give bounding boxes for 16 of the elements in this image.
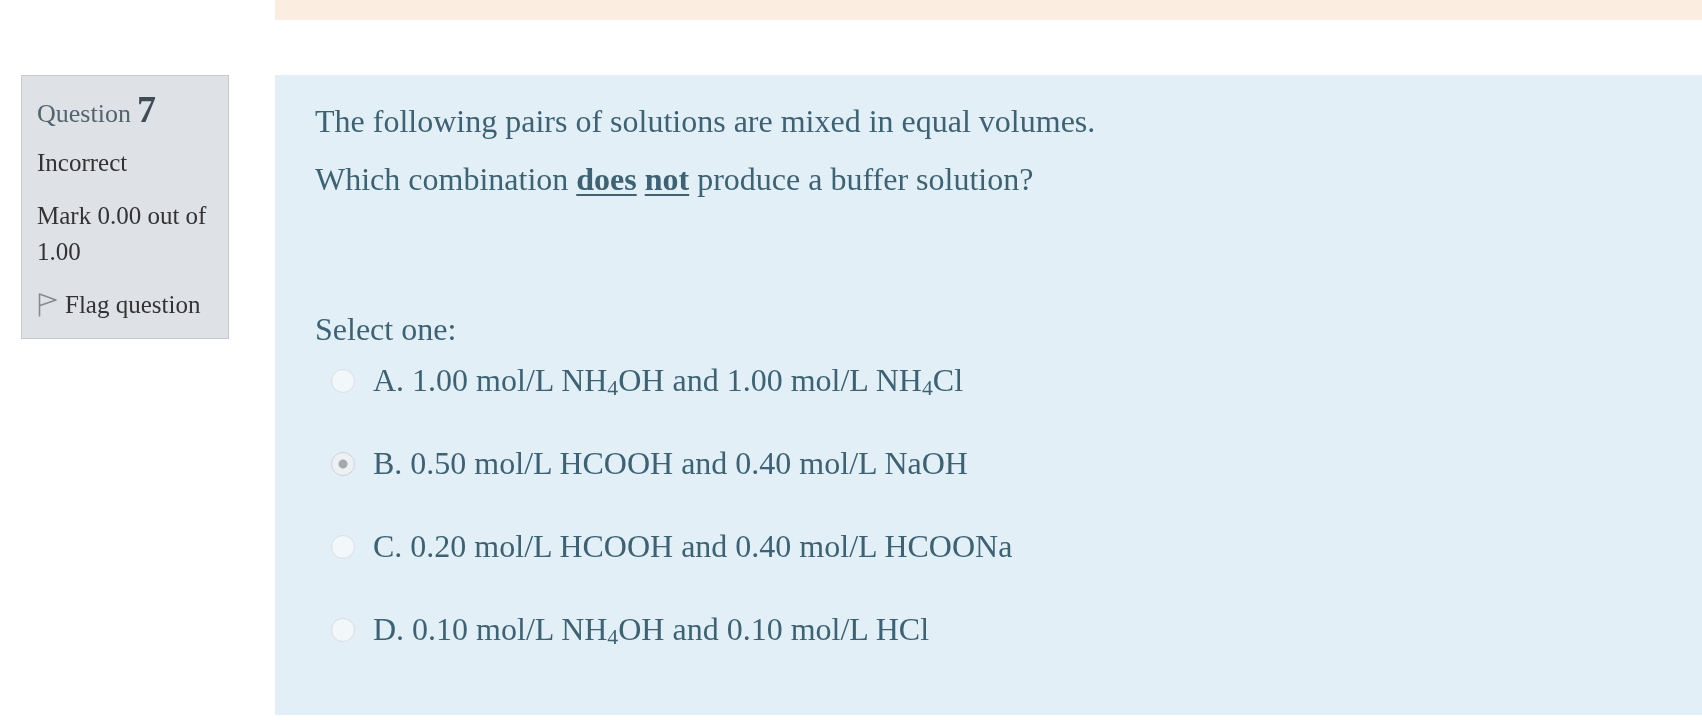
answer-option[interactable]: D. 0.10 mol/L NH$_{4}$OH and 0.10 mol/L HCl <box>373 607 930 652</box>
question-state: Incorrect <box>37 148 129 178</box>
flag-question-link[interactable]: Flag question <box>37 287 201 323</box>
question-text: Which combination does not produce a buffer solution? <box>315 160 1035 199</box>
radio-button[interactable] <box>331 451 355 476</box>
answer-option[interactable]: C. 0.20 mol/L HCOOH and 0.40 mol/L HCOONa <box>373 524 1013 569</box>
question-label: Question <box>37 98 131 130</box>
question-number: 7 <box>136 90 156 128</box>
radio-button[interactable] <box>331 368 355 393</box>
radio-button[interactable] <box>331 534 355 559</box>
select-prompt: Select one: <box>315 310 458 349</box>
radio-button[interactable] <box>331 617 355 642</box>
grade-text: Mark 0.00 out of 1.00 <box>37 201 208 267</box>
answer-option[interactable]: B. 0.50 mol/L HCOOH and 0.40 mol/L NaOH <box>373 441 968 486</box>
answer-option[interactable]: A. 1.00 mol/L NH$_{4}$OH and 1.00 mol/L NH$_{4}$Cl <box>373 358 963 403</box>
question-text: The following pairs of solutions are mixed in equal volumes. <box>315 102 1097 141</box>
